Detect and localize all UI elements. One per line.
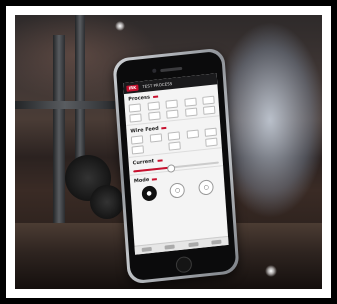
wire-feed-option[interactable] — [186, 129, 199, 139]
process-option[interactable] — [128, 103, 142, 113]
process-option[interactable] — [202, 95, 215, 105]
wire-feed-option[interactable] — [131, 145, 145, 155]
photo-frame: IRK TEST PROCESS Process Wire Feed Curre… — [6, 6, 331, 298]
process-option[interactable] — [202, 105, 216, 115]
mode-button[interactable]: ● — [141, 185, 158, 202]
section-title: Current — [132, 158, 155, 167]
circle-dot-icon: ● — [146, 189, 153, 198]
process-option[interactable] — [129, 113, 142, 123]
bottom-tab-bar — [134, 235, 229, 255]
smartphone: IRK TEST PROCESS Process Wire Feed Curre… — [112, 47, 240, 285]
light-glint — [265, 265, 277, 277]
process-option[interactable] — [147, 101, 160, 111]
process-option[interactable] — [166, 109, 179, 119]
tab-item[interactable] — [164, 244, 176, 250]
background-pipe — [53, 35, 65, 225]
process-option[interactable] — [165, 99, 178, 109]
circle-icon: ○ — [174, 186, 181, 195]
accent-mark — [152, 178, 158, 181]
wire-feed-option[interactable] — [168, 141, 181, 151]
tab-item[interactable] — [141, 246, 152, 253]
background-pipe — [15, 101, 115, 109]
wire-feed-option[interactable] — [205, 137, 218, 147]
light-glint — [115, 21, 125, 31]
section-title: Mode — [133, 176, 150, 185]
phone-bezel: IRK TEST PROCESS Process Wire Feed Curre… — [115, 50, 237, 282]
wire-feed-option[interactable] — [204, 127, 217, 137]
earpiece-speaker — [160, 66, 183, 73]
accent-mark — [157, 159, 163, 162]
process-option[interactable] — [183, 97, 197, 107]
industrial-background-photo: IRK TEST PROCESS Process Wire Feed Curre… — [15, 15, 322, 289]
wire-feed-option[interactable] — [130, 135, 144, 145]
tab-item[interactable] — [211, 239, 222, 245]
mode-button[interactable]: ○ — [169, 182, 186, 199]
front-camera-icon — [152, 68, 157, 74]
accent-mark — [161, 126, 167, 130]
section-title: Process — [128, 94, 151, 103]
mode-button[interactable]: ○ — [198, 179, 215, 196]
phone-screen: IRK TEST PROCESS Process Wire Feed Curre… — [123, 73, 229, 255]
home-button[interactable] — [175, 255, 193, 274]
accent-mark — [152, 95, 159, 99]
app-logo: IRK — [126, 84, 139, 92]
process-option[interactable] — [147, 111, 161, 121]
phone-body: IRK TEST PROCESS Process Wire Feed Curre… — [112, 47, 240, 285]
circle-icon: ○ — [203, 183, 210, 192]
process-option[interactable] — [184, 107, 198, 117]
wire-feed-option[interactable] — [167, 131, 181, 141]
wire-feed-option[interactable] — [149, 133, 162, 143]
background-machine — [90, 185, 124, 219]
app-title: TEST PROCESS — [142, 81, 173, 90]
tab-item[interactable] — [188, 242, 199, 248]
background-pipe — [75, 15, 85, 165]
